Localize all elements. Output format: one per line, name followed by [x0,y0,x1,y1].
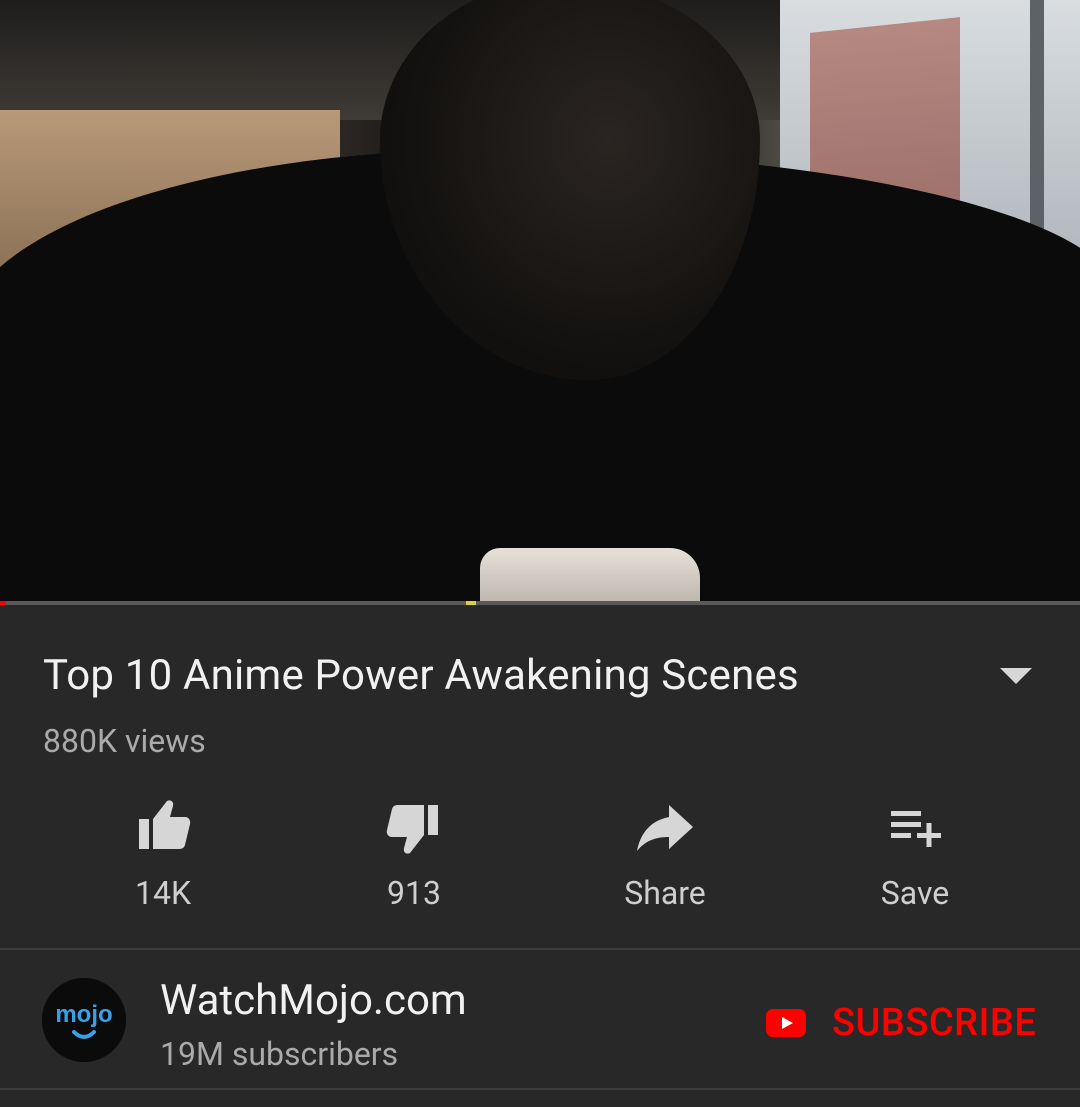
dislike-button[interactable]: 913 [314,795,514,920]
divider [0,948,1080,950]
save-button[interactable]: Save [815,795,1015,920]
progress-marker [466,601,476,605]
view-count: 880K views [43,722,206,760]
save-label: Save [880,874,950,912]
share-label: Share [624,874,706,912]
video-progress-bar[interactable] [0,601,1080,605]
dislike-count: 913 [387,874,441,912]
video-frame-subject [480,548,700,603]
avatar-text: mojo [55,1001,112,1028]
youtube-play-icon [766,1009,806,1037]
video-title[interactable]: Top 10 Anime Power Awakening Scenes [43,650,799,702]
subscriber-count: 19M subscribers [160,1035,399,1073]
channel-name[interactable]: WatchMojo.com [160,975,467,1027]
thumbs-up-icon [139,800,191,849]
progress-played [0,601,6,605]
share-button[interactable]: Share [565,795,765,920]
video-player[interactable] [0,0,1080,603]
like-button[interactable]: 14K [63,795,263,920]
share-icon [637,805,693,851]
divider [0,1088,1080,1090]
mojo-logo-icon: mojo [42,978,126,1062]
like-count: 14K [134,874,192,912]
playlist-add-icon [891,811,941,847]
subscribe-label: SUBSCRIBE [832,1001,1037,1045]
action-bar: 14K 913 Share Save [0,795,1080,925]
thumbs-down-icon [386,805,438,854]
channel-avatar[interactable]: mojo [42,978,126,1062]
chevron-down-icon[interactable] [998,664,1034,688]
subscribe-button[interactable]: SUBSCRIBE [766,1000,1036,1046]
